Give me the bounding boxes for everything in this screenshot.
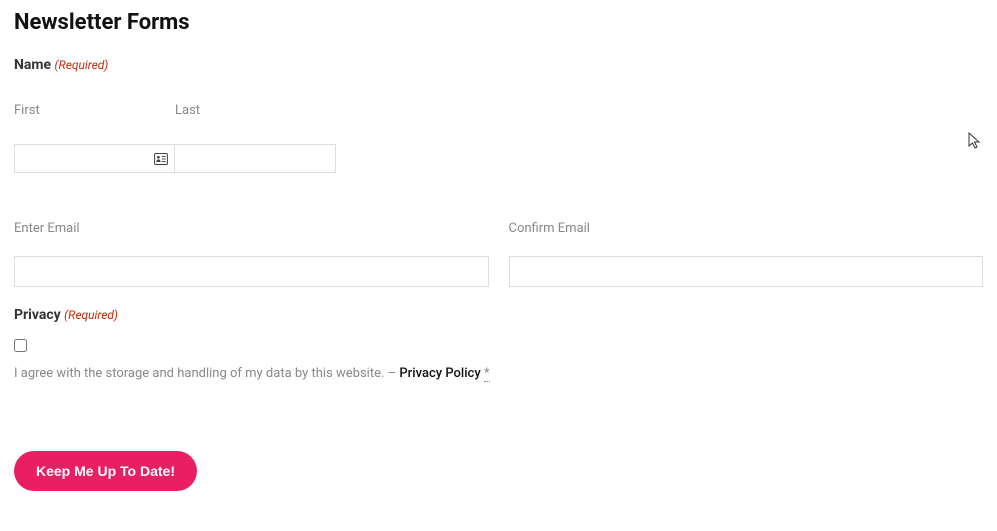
- confirm-email-input[interactable]: [509, 256, 984, 287]
- privacy-label-text: Privacy: [14, 307, 61, 323]
- submit-button[interactable]: Keep Me Up To Date!: [14, 451, 197, 491]
- privacy-asterisk: *: [484, 366, 490, 382]
- page-title: Newsletter Forms: [14, 10, 983, 35]
- first-name-input[interactable]: [15, 145, 174, 172]
- name-required-text: (Required): [55, 58, 109, 72]
- privacy-consent-row: I agree with the storage and handling of…: [14, 366, 983, 381]
- privacy-policy-link[interactable]: Privacy Policy: [399, 366, 480, 381]
- email-row: Enter Email Confirm Email: [14, 221, 983, 287]
- name-sublabel-row: First Last: [14, 103, 983, 134]
- privacy-section: Privacy (Required) I agree with the stor…: [14, 307, 983, 381]
- enter-email-input[interactable]: [14, 256, 489, 287]
- name-inputs-container: [14, 144, 336, 173]
- cursor-icon: [967, 132, 981, 150]
- last-name-label: Last: [175, 103, 336, 118]
- privacy-required-text: (Required): [64, 308, 118, 322]
- enter-email-label: Enter Email: [14, 221, 489, 236]
- first-name-label: First: [14, 103, 175, 118]
- name-label-text: Name: [14, 57, 51, 73]
- name-group-label: Name (Required): [14, 57, 983, 73]
- privacy-checkbox[interactable]: [14, 339, 27, 352]
- last-name-input[interactable]: [175, 145, 335, 172]
- privacy-consent-text: I agree with the storage and handling of…: [14, 366, 396, 381]
- privacy-group-label: Privacy (Required): [14, 307, 983, 323]
- confirm-email-label: Confirm Email: [509, 221, 984, 236]
